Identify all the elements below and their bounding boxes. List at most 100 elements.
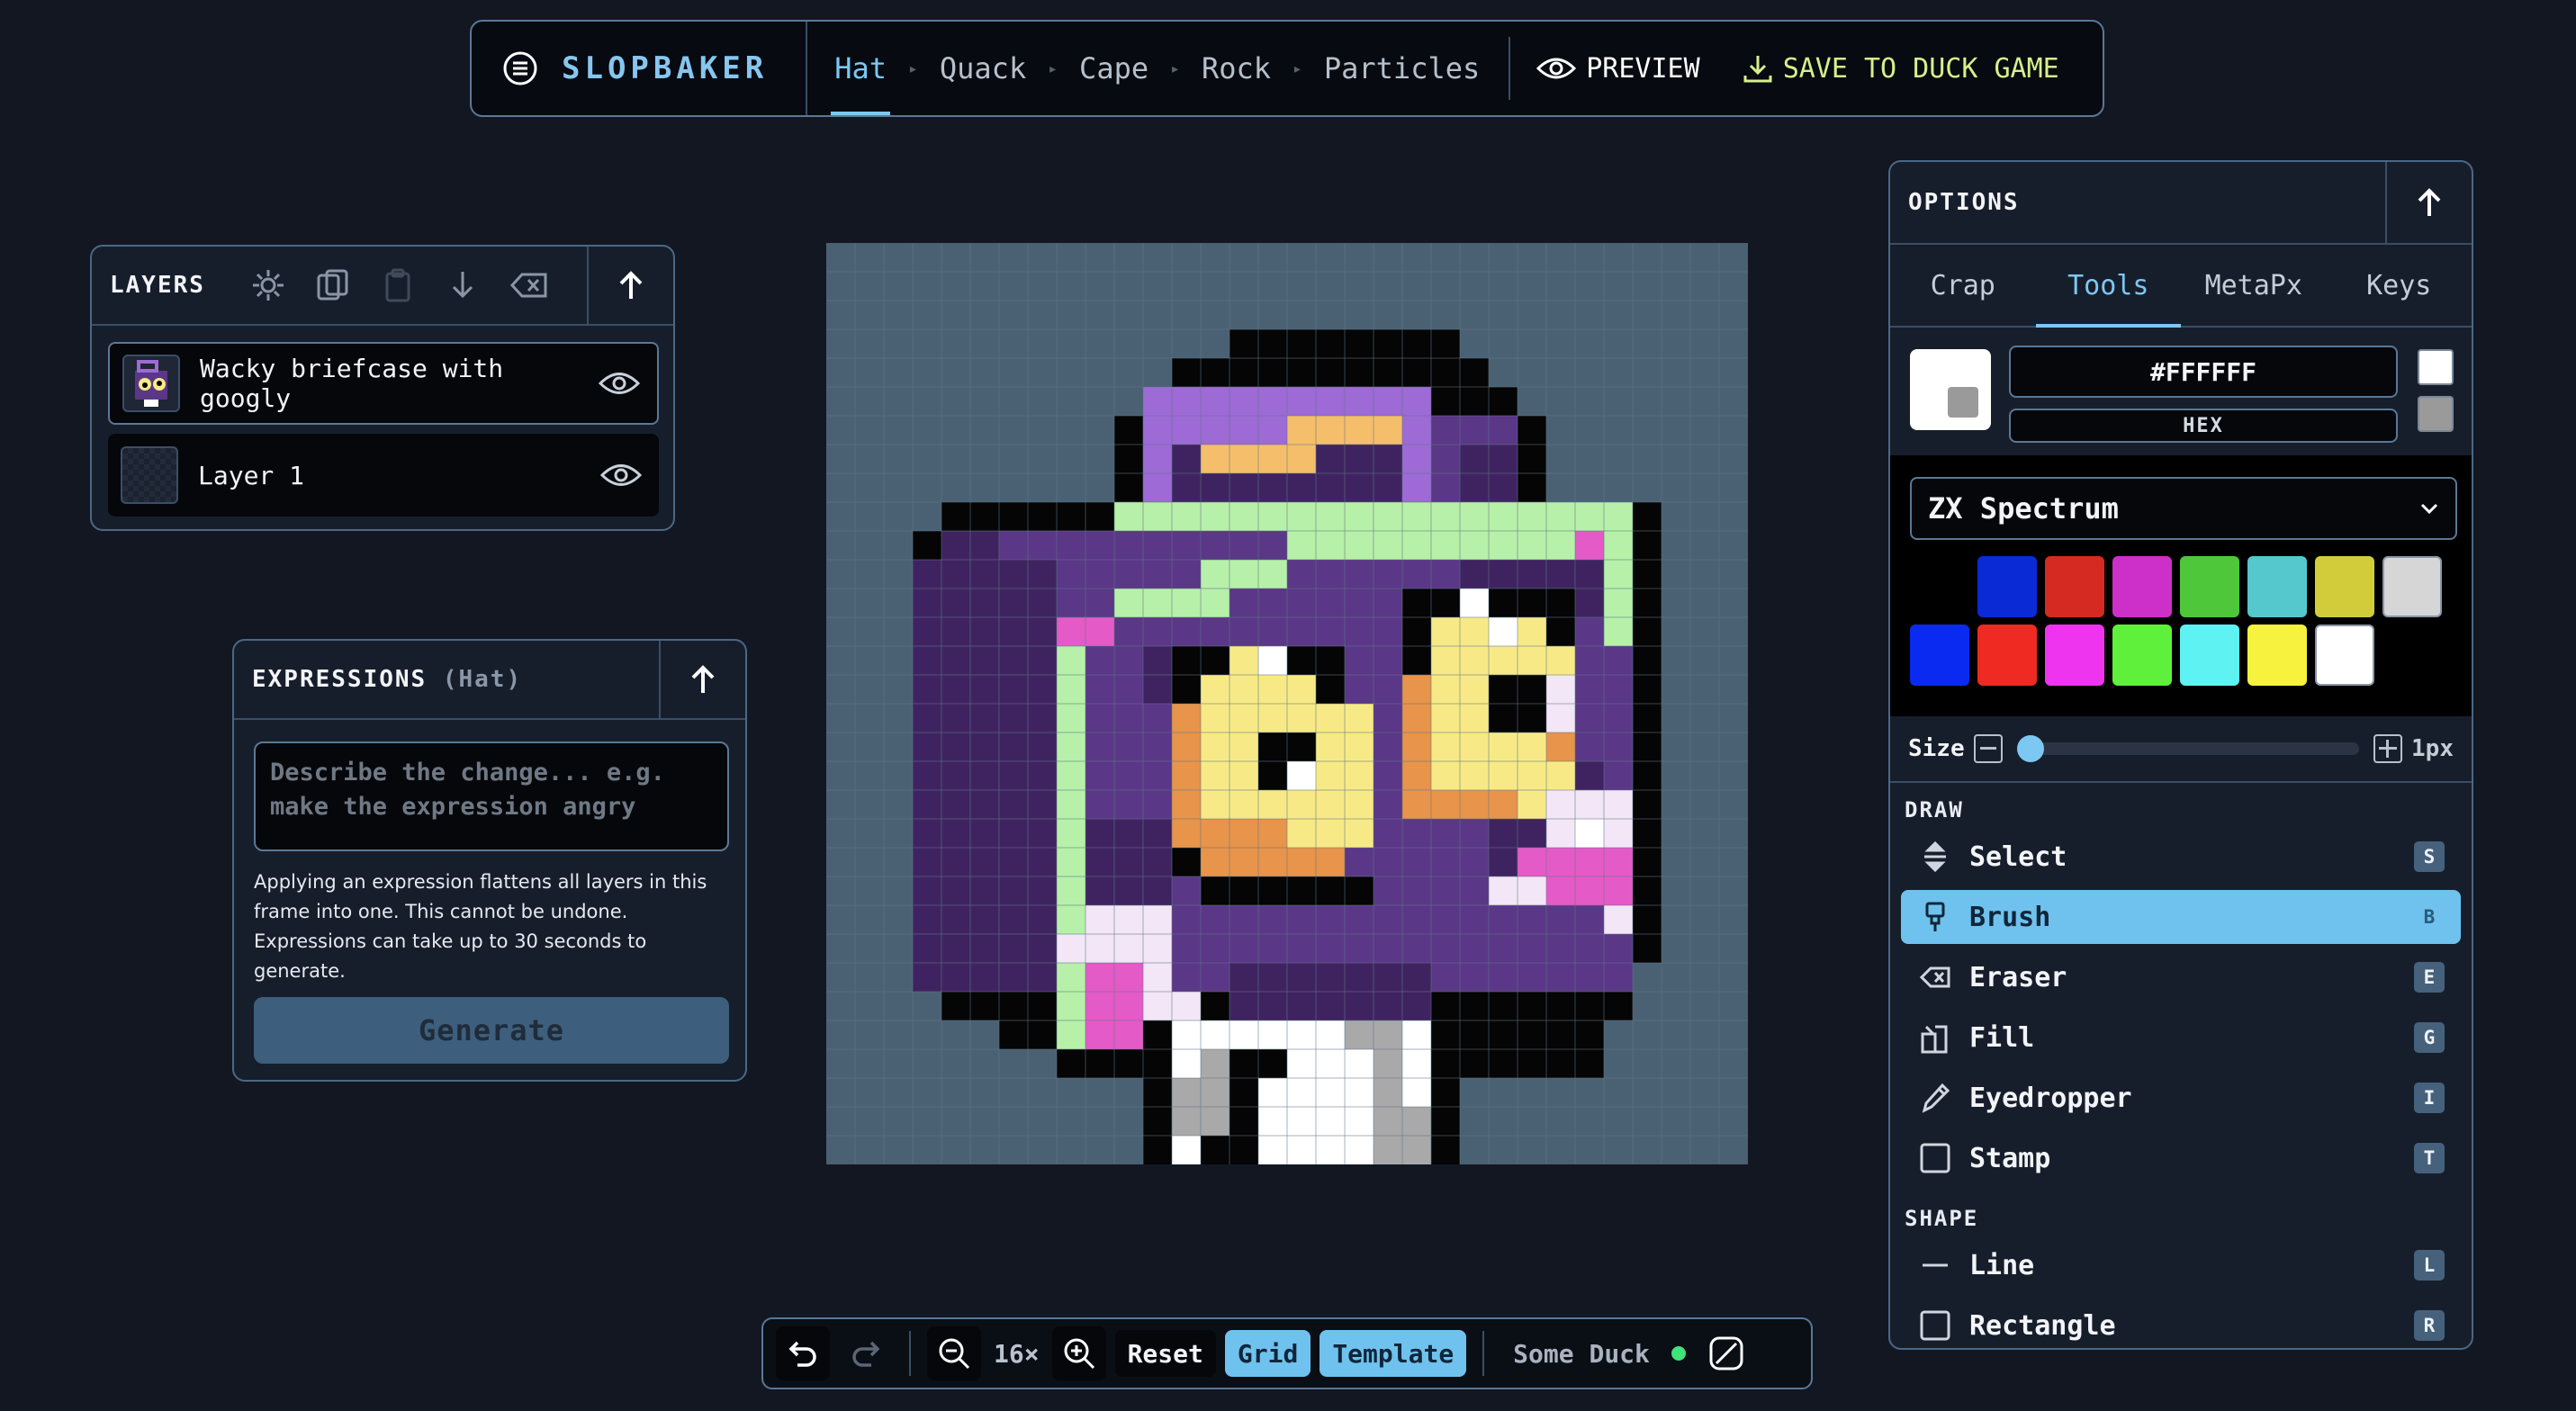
palette-swatch[interactable] (1910, 556, 1969, 617)
pixel (1431, 1107, 1460, 1136)
collapse-layers-button[interactable] (587, 247, 673, 324)
grid-toggle[interactable]: Grid (1224, 1330, 1311, 1377)
pixel (1604, 992, 1633, 1020)
pixel (1258, 617, 1287, 646)
tool-stamp[interactable]: Stamp T (1901, 1131, 2461, 1185)
palette-swatch[interactable] (2247, 556, 2307, 617)
palette-swatch[interactable] (2112, 625, 2172, 686)
pixel (1201, 473, 1229, 502)
reset-button[interactable]: Reset (1114, 1330, 1216, 1377)
tool-fill[interactable]: Fill G (1901, 1011, 2461, 1065)
palette-swatch[interactable] (2315, 625, 2374, 686)
template-toggle[interactable]: Template (1320, 1330, 1467, 1377)
pixel (1633, 934, 1662, 963)
palette-swatch[interactable] (1977, 625, 2037, 686)
pixel (1316, 963, 1345, 992)
pixel (1143, 934, 1172, 963)
tool-select[interactable]: Select S (1901, 830, 2461, 884)
secondary-mini-swatch[interactable] (2418, 396, 2454, 432)
zoom-in-button[interactable] (1051, 1326, 1106, 1380)
tab-crap[interactable]: Crap (1890, 245, 2036, 326)
pixel (1374, 675, 1402, 704)
hex-input[interactable] (2009, 346, 2398, 398)
size-increase-button[interactable] (2373, 734, 2403, 763)
palette-swatch[interactable] (2180, 556, 2239, 617)
pixel (1201, 934, 1229, 963)
pixel (1201, 1107, 1229, 1136)
merge-down-icon[interactable] (445, 267, 481, 303)
palette-swatch[interactable] (1910, 625, 1969, 686)
pixel (1402, 646, 1431, 675)
palette-swatch[interactable] (2315, 556, 2374, 617)
palette-swatch[interactable] (2180, 625, 2239, 686)
menu-icon[interactable] (502, 50, 538, 86)
expression-input[interactable] (254, 741, 729, 851)
color-mode-toggle[interactable]: HEX (2009, 409, 2398, 443)
crumb-rock[interactable]: Rock (1198, 22, 1274, 115)
visibility-eye-icon[interactable] (599, 460, 643, 490)
palette-swatch[interactable] (2112, 556, 2172, 617)
tool-line[interactable]: Line L (1901, 1238, 2461, 1292)
duplicate-icon[interactable] (315, 267, 351, 303)
palette-select[interactable]: ZX Spectrum (1910, 477, 2457, 540)
tab-metapx[interactable]: MetaPx (2181, 245, 2327, 326)
pixel-art-svg[interactable] (826, 243, 1748, 1164)
palette-swatch[interactable] (2045, 625, 2104, 686)
pixel-canvas[interactable] (826, 243, 1748, 1164)
generate-button[interactable]: Generate (254, 997, 729, 1064)
current-color-swatch[interactable] (1910, 349, 1991, 430)
visibility-eye-icon[interactable] (598, 368, 641, 399)
delete-layer-icon[interactable] (509, 267, 549, 303)
pixel (1201, 617, 1229, 646)
zoom-out-button[interactable] (927, 1326, 981, 1380)
palette-swatch[interactable] (1977, 556, 2037, 617)
tool-eraser[interactable]: Eraser E (1901, 950, 2461, 1004)
tool-eyedropper[interactable]: Eyedropper I (1901, 1071, 2461, 1125)
tool-rectangle[interactable]: Rectangle R (1901, 1299, 2461, 1348)
pixel (1604, 819, 1633, 848)
pixel (941, 675, 970, 704)
secondary-color-swatch[interactable] (1948, 387, 1978, 418)
no-template-icon[interactable] (1707, 1335, 1745, 1372)
minus-icon (1979, 747, 1996, 750)
pixel (1604, 675, 1633, 704)
preview-button[interactable]: PREVIEW (1536, 53, 1700, 85)
primary-mini-swatch[interactable] (2418, 349, 2454, 385)
collapse-options-button[interactable] (2385, 162, 2472, 243)
pixel (1345, 445, 1374, 473)
layer-row-layer-1[interactable]: Layer 1 (108, 434, 659, 517)
size-decrease-button[interactable] (1973, 734, 2003, 763)
crumb-quack[interactable]: Quack (936, 22, 1030, 115)
pixel (1345, 905, 1374, 934)
sparkle-icon[interactable] (250, 267, 286, 303)
pixel (1546, 531, 1575, 560)
crumb-hat[interactable]: Hat (831, 22, 890, 115)
tab-keys[interactable]: Keys (2327, 245, 2472, 326)
collapse-expressions-button[interactable] (659, 641, 745, 718)
redo-button[interactable] (839, 1326, 893, 1380)
palette-swatch[interactable] (2247, 625, 2307, 686)
size-slider[interactable] (2016, 735, 2360, 762)
pixel (1460, 473, 1489, 502)
tool-label: Rectangle (1969, 1309, 2116, 1342)
crumb-particles[interactable]: Particles (1320, 22, 1483, 115)
crumb-cape[interactable]: Cape (1076, 22, 1152, 115)
pixel (1402, 358, 1431, 387)
undo-button[interactable] (776, 1326, 830, 1380)
pixel (1229, 416, 1258, 445)
tool-brush[interactable]: Brush B (1901, 890, 2461, 944)
pixel (1258, 761, 1287, 790)
pixel (941, 790, 970, 819)
palette-swatch[interactable] (2382, 556, 2442, 617)
layer-row-briefcase[interactable]: Wacky briefcase with googly (108, 342, 659, 425)
pixel (1460, 790, 1489, 819)
palette-swatch[interactable] (2045, 556, 2104, 617)
pixel (1518, 589, 1546, 617)
pixel (1143, 848, 1172, 876)
tab-tools[interactable]: Tools (2035, 245, 2182, 328)
clipboard-icon[interactable] (380, 267, 416, 303)
slider-knob[interactable] (2016, 735, 2044, 762)
save-to-duck-game-button[interactable]: SAVE TO DUCK GAME (1742, 52, 2059, 85)
pixel (1229, 531, 1258, 560)
chevron-down-icon (2419, 502, 2439, 515)
